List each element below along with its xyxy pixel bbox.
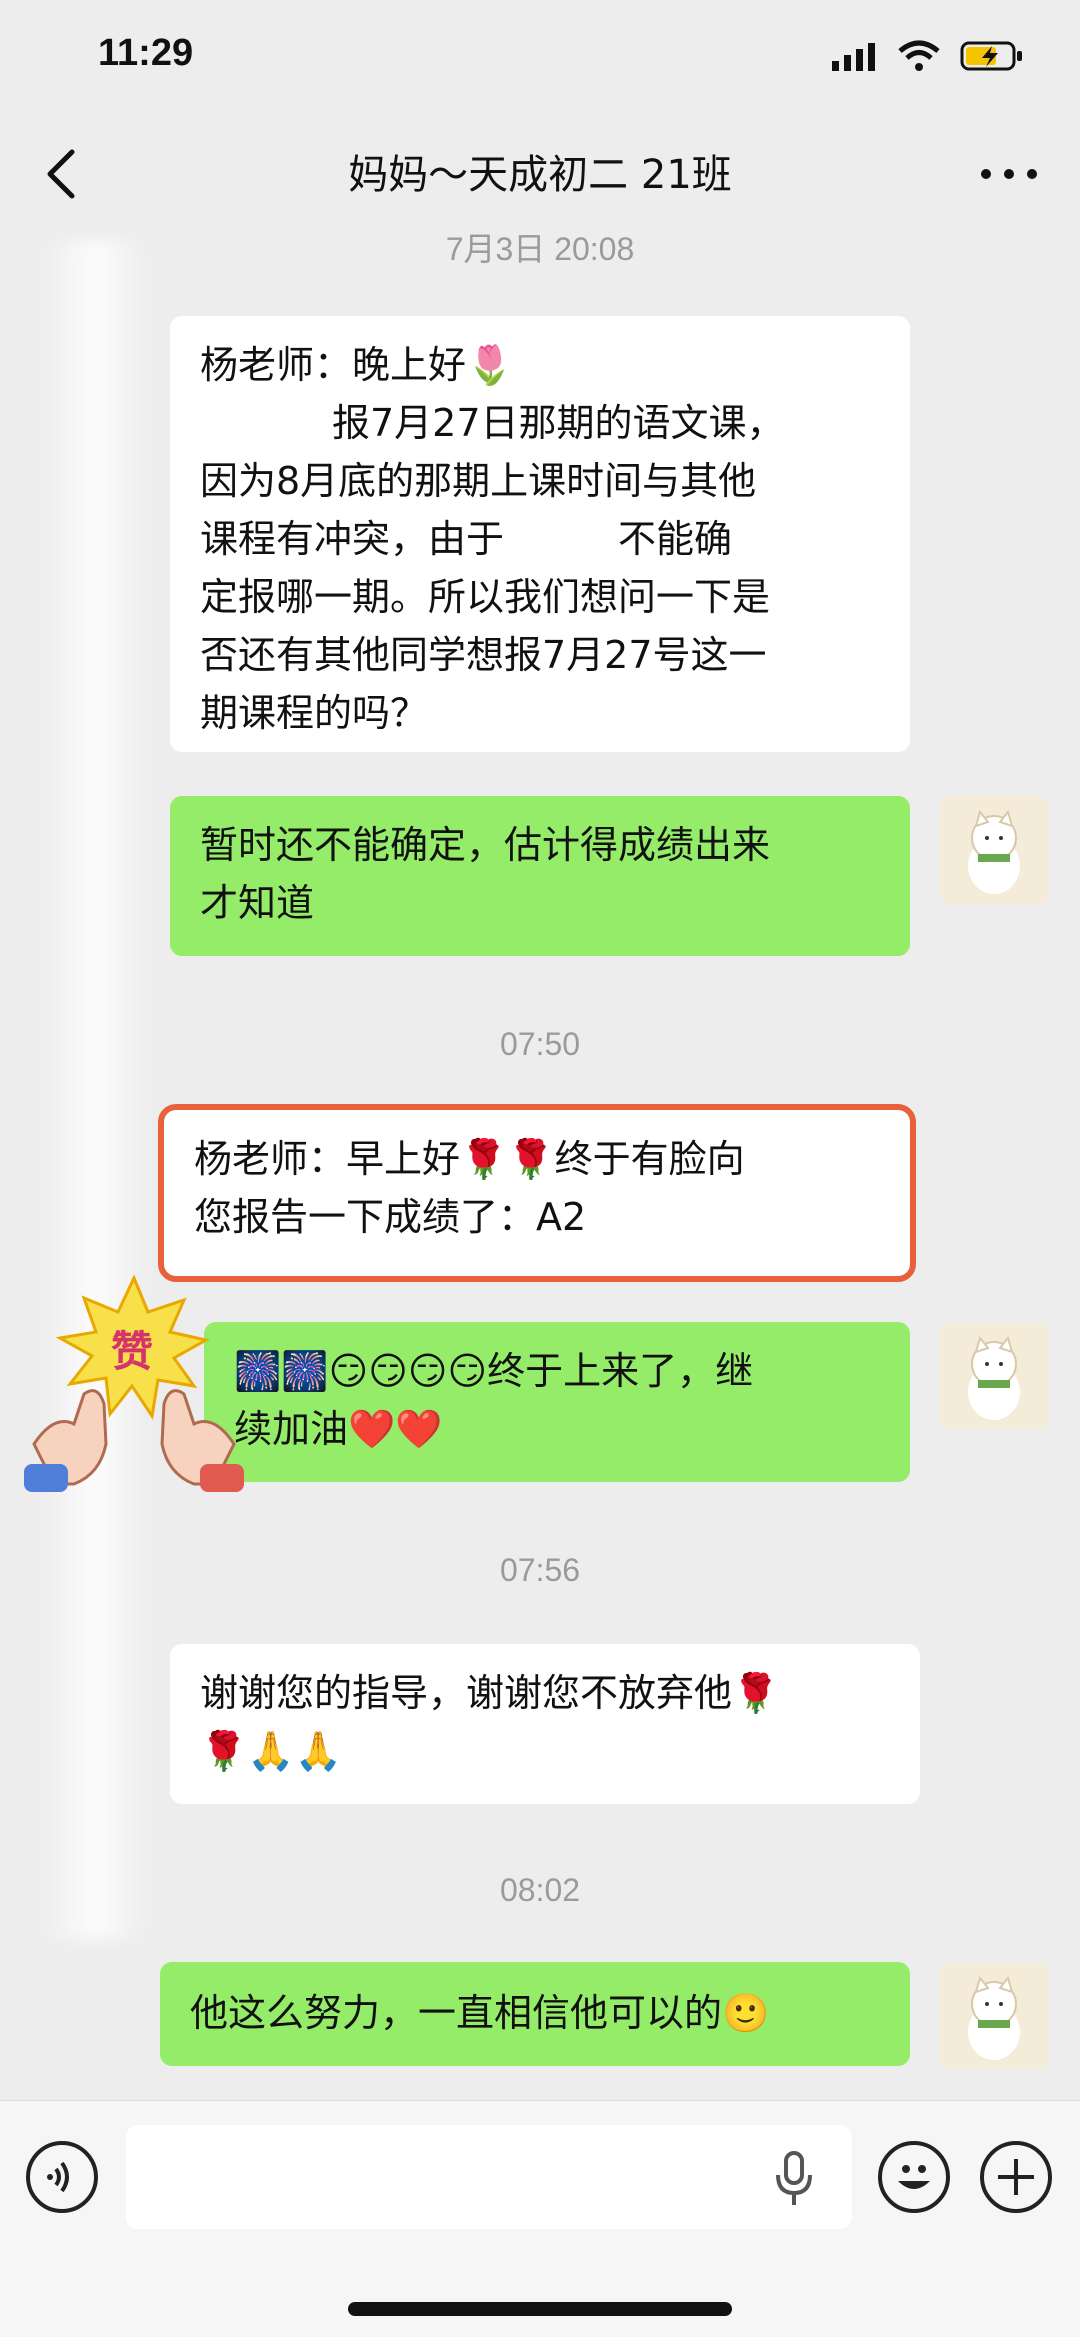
status-icons xyxy=(832,40,1024,72)
message-line: 才知道 xyxy=(200,881,315,925)
timestamp: 07:50 xyxy=(499,1026,581,1062)
message-line: 定报哪一期。所以我们想问一下是 xyxy=(200,575,771,619)
message-line: 暂时还不能确定，估计得成绩出来 xyxy=(200,823,771,867)
voice-icon xyxy=(47,2161,69,2193)
message-line: 🎆🎆😏😏😏😏终于上来了，继 xyxy=(234,1349,754,1393)
microphone-icon[interactable] xyxy=(772,2149,816,2209)
timestamp: 07:56 xyxy=(499,1552,581,1588)
plus-icon xyxy=(998,2159,1034,2195)
chat-title: 妈妈～天成初二 21班 xyxy=(348,152,732,198)
avatar[interactable] xyxy=(940,796,1048,904)
message-bubble-sent[interactable]: 暂时还不能确定，估计得成绩出来 才知道 xyxy=(170,796,910,956)
message-line: 他这么努力，一直相信他可以的🙂 xyxy=(190,1991,770,2035)
message-bubble-sent[interactable]: 他这么努力，一直相信他可以的🙂 xyxy=(160,1962,910,2066)
message-line: 报7月27日那期的语文课， xyxy=(332,401,785,445)
smiley-icon xyxy=(898,2165,930,2189)
message-line: 课程有冲突，由于 不能确 xyxy=(200,517,733,561)
message-input[interactable] xyxy=(126,2125,852,2229)
timestamp: 08:02 xyxy=(499,1872,581,1908)
cat-avatar-icon xyxy=(940,1322,1048,1430)
more-icon[interactable] xyxy=(974,144,1044,204)
blur-overlay xyxy=(40,240,150,1940)
message-line: 否还有其他同学想报7月27号这一 xyxy=(200,633,767,677)
message-line: 杨老师：晚上好🌷 xyxy=(200,343,514,387)
cat-avatar-icon xyxy=(940,796,1048,904)
sticker-text: 赞 xyxy=(111,1327,153,1376)
home-indicator xyxy=(348,2302,732,2316)
avatar[interactable] xyxy=(940,1322,1048,1430)
signal-icon xyxy=(832,43,875,71)
voice-button[interactable] xyxy=(26,2141,98,2213)
emoji-button[interactable] xyxy=(878,2141,950,2213)
wifi-icon xyxy=(898,40,940,71)
message-line: 谢谢您的指导，谢谢您不放弃他🌹 xyxy=(200,1671,780,1715)
timestamp: 7月3日 20:08 xyxy=(445,231,635,267)
message-bubble-sent[interactable]: 🎆🎆😏😏😏😏终于上来了，继 续加油❤️❤️ xyxy=(204,1322,910,1482)
thumbs-up-sticker-icon: 赞 xyxy=(24,1274,244,1492)
cat-avatar-icon xyxy=(940,1962,1048,2070)
status-bar: 11:29 xyxy=(0,0,1080,120)
message-line: 因为8月底的那期上课时间与其他 xyxy=(200,459,757,503)
message-bubble-received-highlighted[interactable]: 杨老师：早上好🌹🌹终于有脸向 您报告一下成绩了：A2 xyxy=(158,1104,916,1282)
message-line: 杨老师：早上好🌹🌹终于有脸向 xyxy=(194,1137,745,1181)
chat-header: 妈妈～天成初二 21班 xyxy=(0,120,1080,230)
message-bubble-received[interactable]: 杨老师：晚上好🌷 报7月27日那期的语文课， 因为8月底的那期上课时间与其他 课… xyxy=(170,316,910,752)
message-line: 您报告一下成绩了：A2 xyxy=(194,1195,587,1239)
message-line: 续加油❤️❤️ xyxy=(234,1407,443,1451)
message-bubble-received[interactable]: 谢谢您的指导，谢谢您不放弃他🌹 🌹🙏🙏 xyxy=(170,1644,920,1804)
message-line: 期课程的吗？ xyxy=(200,691,429,735)
more-functions-button[interactable] xyxy=(980,2141,1052,2213)
avatar[interactable] xyxy=(940,1962,1048,2070)
message-line: 🌹🙏🙏 xyxy=(200,1729,342,1773)
battery-icon xyxy=(960,41,1022,71)
status-time: 11:29 xyxy=(98,32,194,74)
